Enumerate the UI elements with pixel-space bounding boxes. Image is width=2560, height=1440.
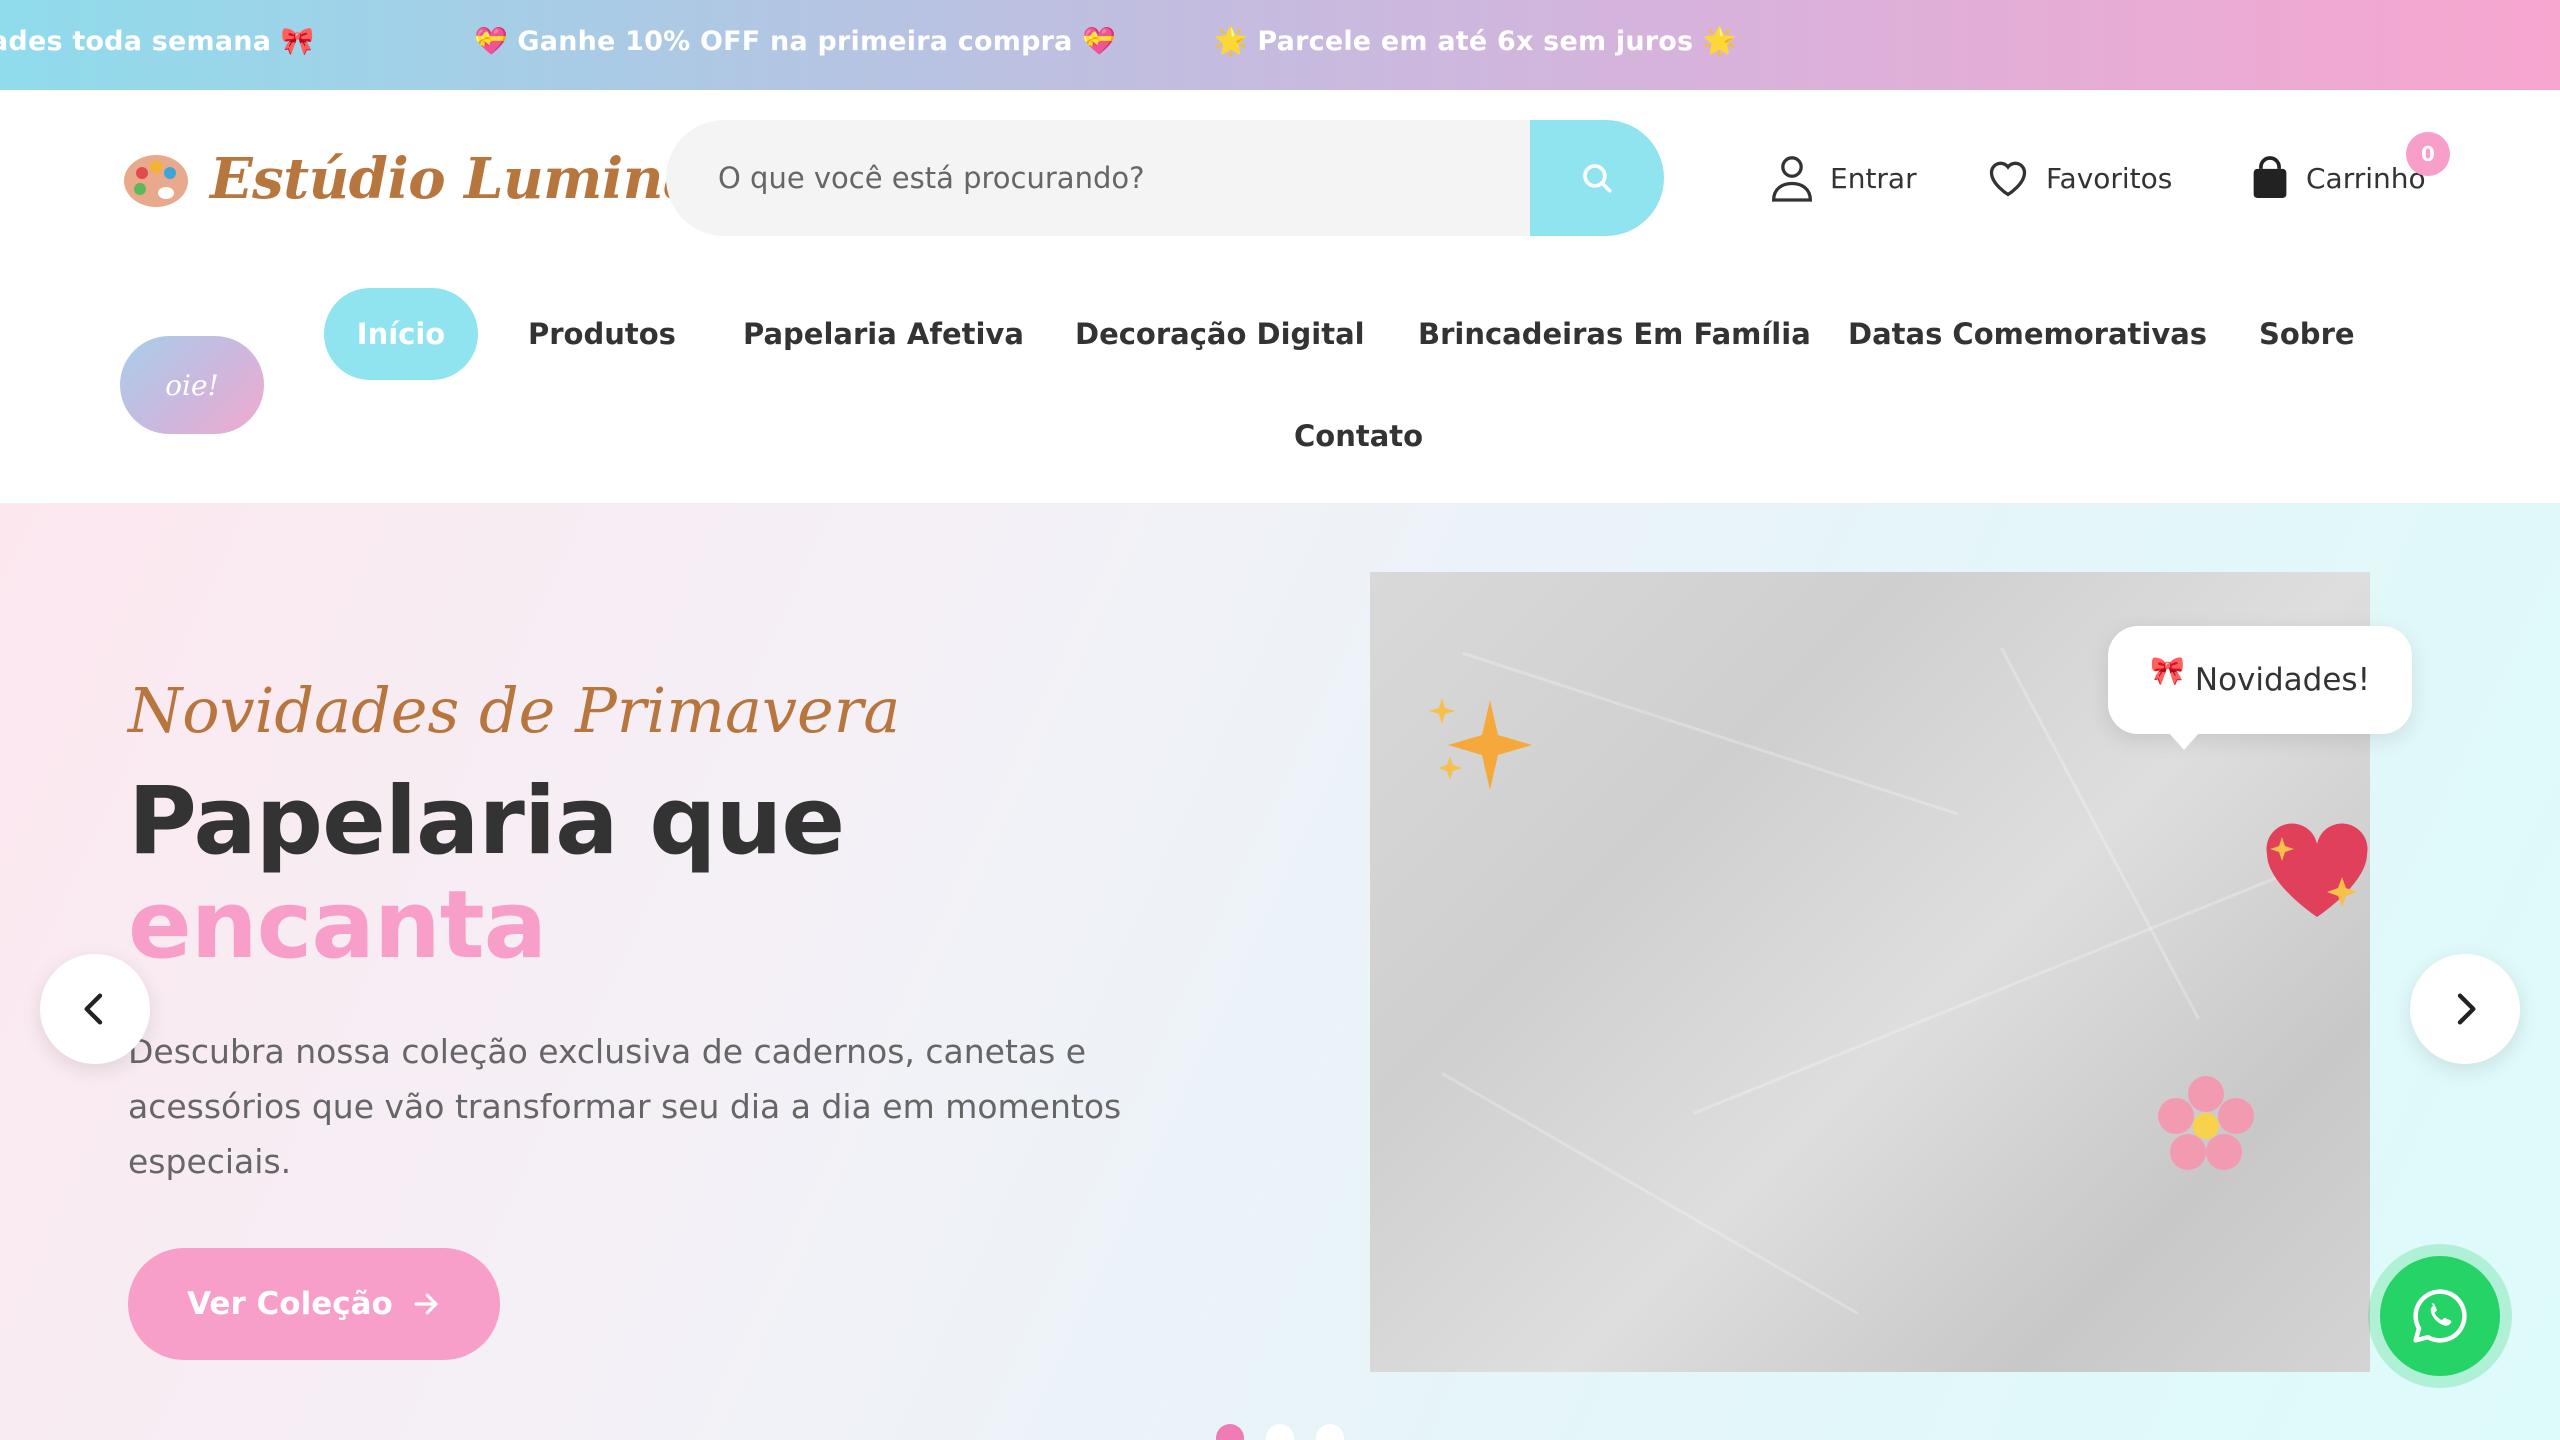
- view-collection-button[interactable]: Ver Coleção: [128, 1248, 500, 1360]
- bow-icon: 🎀: [2150, 653, 2185, 687]
- heart-icon: [1989, 161, 2027, 197]
- favorites-label: Favoritos: [2046, 161, 2173, 195]
- chevron-left-icon: [84, 993, 103, 1025]
- carousel-dots: [1216, 1424, 1344, 1440]
- hero-title: Papelaria que: [128, 767, 845, 876]
- cart-label: Carrinho: [2306, 161, 2426, 195]
- nav-item-papelaria-afetiva[interactable]: Papelaria Afetiva: [743, 288, 1024, 380]
- carousel-next-button[interactable]: [2410, 954, 2520, 1064]
- login-link[interactable]: Entrar: [1770, 152, 1917, 204]
- chevron-right-icon: [2457, 993, 2476, 1025]
- oie-badge[interactable]: oie!: [120, 336, 264, 434]
- nav-item-datas-comemorativas[interactable]: Datas Comemorativas: [1848, 288, 2207, 380]
- palette-icon: [124, 155, 188, 207]
- carousel-prev-button[interactable]: [40, 954, 150, 1064]
- announcement-bar: ades toda semana 🎀 💝 Ganhe 10% OFF na pr…: [0, 0, 2560, 90]
- carousel-dot[interactable]: [1266, 1424, 1294, 1440]
- shopping-bag-icon: [2253, 156, 2287, 198]
- search-icon: [1583, 164, 1612, 193]
- login-label: Entrar: [1830, 161, 1917, 195]
- nav-item-sobre[interactable]: Sobre: [2259, 288, 2355, 380]
- news-speech-bubble: 🎀 Novidades!: [2108, 626, 2412, 750]
- main-nav: oie! Início Produtos Papelaria Afetiva D…: [0, 268, 2560, 504]
- hero-kicker: Novidades de Primavera: [128, 674, 901, 747]
- nav-item-inicio[interactable]: Início: [324, 288, 478, 380]
- site-header: Estúdio Lumina Entrar Favoritos Carrinho…: [0, 90, 2560, 268]
- hero-carousel: Novidades de Primavera Papelaria que enc…: [0, 504, 2560, 1440]
- nav-item-produtos[interactable]: Produtos: [528, 288, 676, 380]
- view-collection-label: Ver Coleção: [187, 1286, 393, 1322]
- carousel-dot[interactable]: [1316, 1424, 1344, 1440]
- sparkle-icon: [1429, 698, 1532, 790]
- whatsapp-button[interactable]: [2368, 1244, 2512, 1388]
- arrow-right-icon: [414, 1293, 438, 1315]
- nav-item-brincadeiras-em-familia[interactable]: Brincadeiras Em Família: [1418, 288, 1811, 380]
- search-button[interactable]: [1530, 120, 1664, 236]
- nav-item-decoracao-digital[interactable]: Decoração Digital: [1075, 288, 1365, 380]
- hero-description: Descubra nossa coleção exclusiva de cade…: [128, 1032, 1122, 1181]
- logo-text: Estúdio Lumina: [210, 146, 699, 212]
- nav-item-contato[interactable]: Contato: [1294, 390, 1423, 482]
- search-bar: [666, 120, 1664, 236]
- user-icon: [1772, 156, 1812, 202]
- announcement-message: 💝 Ganhe 10% OFF na primeira compra 💝: [474, 26, 1116, 57]
- search-input[interactable]: [666, 120, 1530, 236]
- hero-title-highlight: encanta: [128, 871, 547, 980]
- favorites-link[interactable]: Favoritos: [1986, 152, 2172, 204]
- whatsapp-icon: [2413, 1289, 2467, 1343]
- announcement-message: 🌟 Parcele em até 6x sem juros 🌟: [1214, 26, 1737, 57]
- cart-link[interactable]: Carrinho: [2250, 152, 2426, 204]
- whatsapp-button-inner: [2380, 1256, 2500, 1376]
- logo[interactable]: Estúdio Lumina: [120, 134, 699, 224]
- bubble-text: Novidades!: [2194, 662, 2370, 698]
- cart-count-badge: 0: [2406, 132, 2450, 176]
- carousel-dot[interactable]: [1216, 1424, 1244, 1440]
- heart-sparkle-icon: [2266, 823, 2368, 917]
- announcement-message: ades toda semana 🎀: [0, 26, 315, 57]
- flower-icon: [2158, 1076, 2254, 1170]
